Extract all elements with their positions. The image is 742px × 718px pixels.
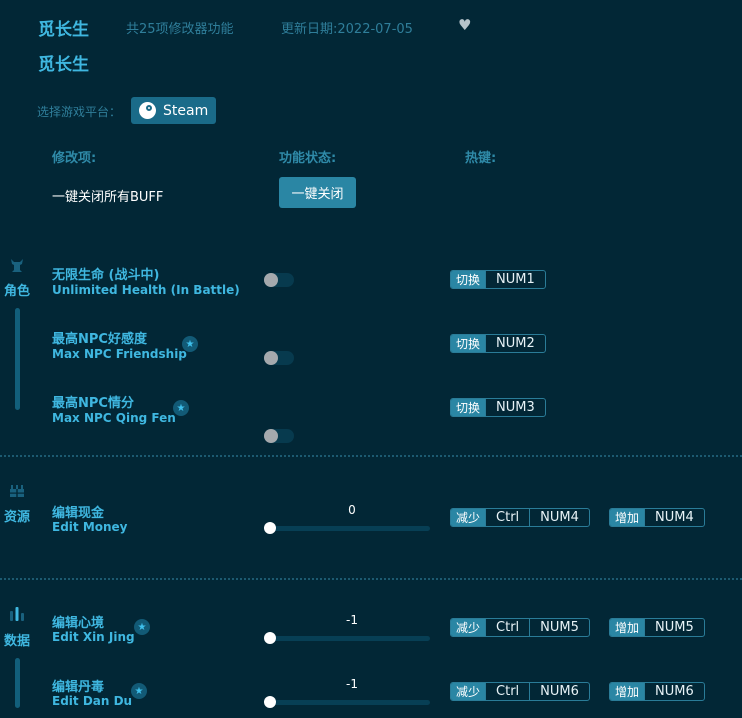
- hotkey-xinjing-decrease[interactable]: 减少 Ctrl NUM5: [450, 618, 590, 637]
- star-icon[interactable]: ★: [134, 619, 150, 635]
- item-name-cn: 编辑丹毒: [52, 680, 105, 695]
- platform-label: 选择游戏平台：: [37, 105, 122, 119]
- item-name-cn: 编辑现金: [52, 506, 105, 521]
- slider-handle[interactable]: [264, 696, 276, 708]
- category-label: 资源: [3, 510, 30, 525]
- hotkey-action: 增加: [610, 619, 645, 636]
- slider-value: -1: [346, 613, 358, 627]
- hotkey-dandu-decrease[interactable]: 减少 Ctrl NUM6: [450, 682, 590, 701]
- hotkey-max-npc-qingfen[interactable]: 切换 NUM3: [450, 398, 546, 417]
- star-icon[interactable]: ★: [173, 400, 189, 416]
- max-npc-qingfen-toggle[interactable]: [264, 429, 294, 443]
- hotkey-money-increase[interactable]: 增加 NUM4: [609, 508, 705, 527]
- item-name-cn: 编辑心境: [52, 616, 105, 631]
- star-icon[interactable]: ★: [131, 683, 147, 699]
- item-name-en: Max NPC Qing Fen: [52, 411, 176, 425]
- hotkey-key: Ctrl: [485, 509, 529, 526]
- hotkey-key: NUM5: [644, 619, 704, 636]
- item-name-cn: 最高NPC好感度: [52, 332, 147, 347]
- hotkey-key: NUM6: [644, 683, 704, 700]
- category-scrollbar[interactable]: [14, 308, 20, 410]
- item-name-cn: 无限生命 (战斗中): [52, 268, 160, 283]
- hotkey-unlimited-health[interactable]: 切换 NUM1: [450, 270, 546, 289]
- hotkey-key: Ctrl: [485, 619, 529, 636]
- hotkey-key: NUM6: [529, 683, 589, 700]
- hotkey-action: 减少: [451, 509, 486, 526]
- unlimited-health-toggle[interactable]: [264, 273, 294, 287]
- hotkey-max-npc-friendship[interactable]: 切换 NUM2: [450, 334, 546, 353]
- hotkey-action: 增加: [610, 683, 645, 700]
- item-name-en: Edit Money: [52, 520, 128, 534]
- max-npc-friendship-toggle[interactable]: [264, 351, 294, 365]
- hotkey-action: 切换: [451, 335, 486, 352]
- category-resources: 资源: [0, 484, 34, 528]
- column-header-status: 功能状态:: [279, 151, 337, 166]
- hotkey-action: 增加: [610, 509, 645, 526]
- game-subtitle: 觅长生: [38, 55, 89, 75]
- close-all-label: 一键关闭所有BUFF: [52, 190, 164, 205]
- hotkey-action: 减少: [451, 619, 486, 636]
- category-character: 角色: [0, 258, 34, 410]
- edit-dandu-slider[interactable]: [264, 696, 430, 708]
- update-date: 更新日期:2022-07-05: [281, 22, 413, 37]
- slider-value: 0: [348, 503, 356, 517]
- resources-icon: [10, 485, 24, 497]
- section-divider: [0, 455, 742, 457]
- hotkey-dandu-increase[interactable]: 增加 NUM6: [609, 682, 705, 701]
- category-label: 角色: [3, 284, 30, 299]
- steam-icon: [139, 102, 156, 119]
- column-header-item: 修改项:: [52, 151, 97, 166]
- item-name-en: Edit Xin Jing: [52, 630, 135, 644]
- slider-handle[interactable]: [264, 632, 276, 644]
- category-data: 数据: [0, 606, 34, 708]
- item-name-en: Max NPC Friendship: [52, 347, 187, 361]
- edit-xinjing-slider[interactable]: [264, 632, 430, 644]
- character-icon: [11, 259, 23, 272]
- item-name-en: Unlimited Health (In Battle): [52, 283, 240, 297]
- data-icon: [10, 607, 24, 621]
- hotkey-money-decrease[interactable]: 减少 Ctrl NUM4: [450, 508, 590, 527]
- item-name-en: Edit Dan Du: [52, 694, 133, 708]
- hotkey-key: NUM5: [529, 619, 589, 636]
- feature-count: 共25项修改器功能: [126, 22, 234, 37]
- hotkey-action: 切换: [451, 271, 486, 288]
- hotkey-key: NUM3: [485, 399, 545, 416]
- hotkey-key: NUM2: [485, 335, 545, 352]
- hotkey-action: 切换: [451, 399, 486, 416]
- steam-label: Steam: [163, 102, 209, 119]
- slider-handle[interactable]: [264, 522, 276, 534]
- hotkey-action: 减少: [451, 683, 486, 700]
- column-header-hotkey: 热键:: [465, 151, 497, 166]
- category-label: 数据: [3, 634, 30, 649]
- slider-value: -1: [346, 677, 358, 691]
- star-icon[interactable]: ★: [182, 336, 198, 352]
- steam-platform-button[interactable]: Steam: [131, 97, 217, 124]
- heart-icon[interactable]: ♥: [458, 16, 471, 34]
- hotkey-key: NUM4: [529, 509, 589, 526]
- category-scrollbar[interactable]: [14, 658, 20, 708]
- hotkey-key: Ctrl: [485, 683, 529, 700]
- edit-money-slider[interactable]: [264, 522, 430, 534]
- hotkey-xinjing-increase[interactable]: 增加 NUM5: [609, 618, 705, 637]
- section-divider: [0, 578, 742, 580]
- hotkey-key: NUM4: [644, 509, 704, 526]
- game-title: 觅长生: [38, 20, 89, 40]
- hotkey-key: NUM1: [485, 271, 545, 288]
- close-all-button[interactable]: 一键关闭: [279, 177, 356, 208]
- item-name-cn: 最高NPC情分: [52, 396, 134, 411]
